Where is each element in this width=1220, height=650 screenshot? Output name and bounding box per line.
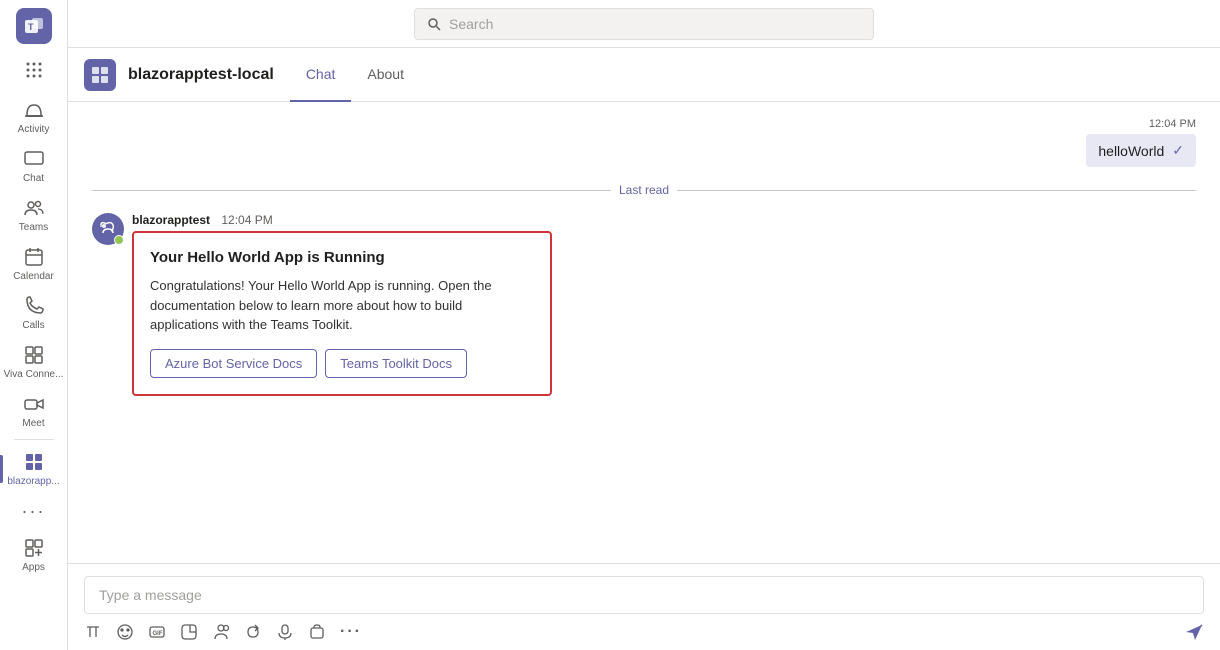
sidebar-item-activity[interactable]: Activity (0, 92, 67, 141)
tab-about[interactable]: About (351, 48, 420, 102)
message-input-box[interactable]: Type a message (84, 576, 1204, 614)
sidebar-item-chat[interactable]: Chat (0, 141, 67, 190)
loop-icon[interactable] (244, 623, 262, 641)
teams-toolkit-docs-button[interactable]: Teams Toolkit Docs (325, 349, 467, 378)
bot-card: Your Hello World App is Running Congratu… (132, 231, 552, 396)
sidebar-item-chat-label: Chat (23, 173, 44, 184)
meet-now-icon[interactable] (212, 623, 230, 641)
search-icon (427, 17, 441, 31)
grid-icon[interactable] (16, 52, 52, 88)
sticker-icon[interactable] (180, 623, 198, 641)
calendar-icon (22, 245, 46, 269)
more-options-icon[interactable]: ··· (340, 623, 362, 641)
sidebar-item-calls[interactable]: Calls (0, 288, 67, 337)
card-title: Your Hello World App is Running (150, 249, 534, 266)
teams-logo[interactable]: T (16, 8, 52, 44)
sidebar-item-teams-label: Teams (19, 222, 48, 233)
blazorapp-icon (22, 450, 46, 474)
send-button[interactable] (1184, 622, 1204, 642)
bot-avatar (92, 213, 124, 245)
last-read-divider: Last read (92, 183, 1196, 197)
sidebar-item-meet-label: Meet (22, 418, 44, 429)
svg-text:T: T (28, 22, 34, 32)
sidebar-divider (14, 439, 54, 440)
last-read-line-left (92, 190, 611, 191)
sent-check-icon: ✓ (1172, 142, 1184, 159)
app-header: blazorapptest-local Chat About (68, 48, 1220, 102)
emoji-icon[interactable] (116, 623, 134, 641)
sidebar-item-calendar[interactable]: Calendar (0, 239, 67, 288)
chat-area: 12:04 PM helloWorld ✓ Last read (68, 102, 1220, 563)
chat-icon (22, 147, 46, 171)
tab-chat[interactable]: Chat (290, 48, 352, 102)
teams-icon (22, 196, 46, 220)
calls-icon (22, 294, 46, 318)
bot-name: blazorapptest (132, 213, 210, 227)
attach-icon[interactable] (308, 623, 326, 641)
activity-icon (22, 98, 46, 122)
bot-message-time: 12:04 PM (221, 213, 272, 227)
sent-message-bubble: helloWorld ✓ (1086, 134, 1196, 167)
search-input[interactable]: Search (414, 8, 874, 40)
svg-text:GIF: GIF (153, 631, 163, 637)
sidebar: T Activity (0, 0, 68, 650)
sent-message-time: 12:04 PM (1149, 118, 1196, 130)
sent-message: 12:04 PM helloWorld ✓ (92, 118, 1196, 167)
azure-bot-docs-button[interactable]: Azure Bot Service Docs (150, 349, 317, 378)
card-body: Congratulations! Your Hello World App is… (150, 276, 534, 335)
app-name: blazorapptest-local (128, 66, 274, 84)
meet-icon (22, 392, 46, 416)
sidebar-item-activity-label: Activity (18, 124, 50, 135)
card-buttons: Azure Bot Service Docs Teams Toolkit Doc… (150, 349, 534, 378)
sent-message-text: helloWorld (1098, 143, 1164, 159)
mic-icon[interactable] (276, 623, 294, 641)
topbar: Search (68, 0, 1220, 48)
bot-message-meta: blazorapptest 12:04 PM (132, 213, 552, 227)
search-placeholder: Search (449, 16, 493, 32)
sidebar-nav: Activity Chat Teams (0, 52, 67, 579)
toolbar-actions: GIF (84, 623, 362, 641)
app-logo-icon (90, 65, 110, 85)
format-icon[interactable] (84, 623, 102, 641)
send-icon (1184, 622, 1204, 642)
sidebar-item-apps[interactable]: Apps (0, 530, 67, 579)
bot-online-badge (114, 235, 124, 245)
sidebar-item-teams[interactable]: Teams (0, 190, 67, 239)
message-toolbar: GIF (84, 622, 1204, 642)
app-tabs: Chat About (290, 48, 420, 102)
viva-icon (22, 343, 46, 367)
bot-avatar-icon (99, 220, 117, 238)
last-read-label: Last read (619, 183, 669, 197)
bot-message: blazorapptest 12:04 PM Your Hello World … (92, 213, 1196, 396)
sidebar-item-viva-label: Viva Conne... (4, 369, 64, 380)
message-input-area: Type a message (68, 563, 1220, 650)
bot-message-content: blazorapptest 12:04 PM Your Hello World … (132, 213, 552, 396)
gif-icon[interactable]: GIF (148, 623, 166, 641)
last-read-line-right (677, 190, 1196, 191)
sidebar-item-meet[interactable]: Meet (0, 386, 67, 435)
sidebar-item-apps-label: Apps (22, 562, 45, 573)
sidebar-item-calendar-label: Calendar (13, 271, 54, 282)
main-content: Search blazorapptest-local Chat About 12 (68, 0, 1220, 650)
sidebar-item-viva[interactable]: Viva Conne... (0, 337, 67, 386)
more-apps-button[interactable]: ··· (0, 493, 67, 530)
sidebar-item-calls-label: Calls (22, 320, 44, 331)
sidebar-item-blazorapp[interactable]: blazorapp... (0, 444, 67, 493)
app-icon (84, 59, 116, 91)
sidebar-item-blazorapp-label: blazorapp... (7, 476, 59, 487)
apps-add-icon (22, 536, 46, 560)
